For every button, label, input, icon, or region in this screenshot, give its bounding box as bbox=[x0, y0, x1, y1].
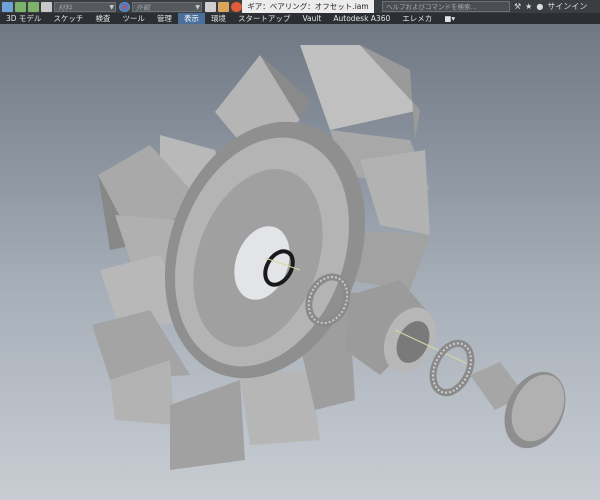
tab-3d-model[interactable]: 3D モデル bbox=[0, 13, 47, 24]
sleeve-part bbox=[345, 280, 471, 375]
tab-environments[interactable]: 環境 bbox=[205, 13, 232, 24]
save-icon[interactable] bbox=[2, 1, 13, 12]
parameters-icon[interactable] bbox=[205, 1, 216, 12]
undo-icon[interactable] bbox=[15, 1, 26, 12]
tab-tools[interactable]: ツール bbox=[116, 13, 151, 24]
graphics-viewport[interactable] bbox=[0, 24, 600, 500]
user-icon[interactable]: ● bbox=[536, 2, 543, 11]
tab-view[interactable]: 表示 bbox=[177, 13, 205, 24]
chevron-down-icon: ▼ bbox=[195, 3, 200, 11]
star-icon[interactable]: ★ bbox=[525, 2, 532, 11]
measure-icon[interactable] bbox=[218, 1, 229, 12]
tab-a360[interactable]: Autodesk A360 bbox=[327, 13, 396, 24]
tab-manage[interactable]: 管理 bbox=[151, 13, 178, 24]
tab-getstarted[interactable]: スタートアップ bbox=[232, 13, 297, 24]
appearance-combo[interactable]: 外観 ▼ bbox=[132, 1, 202, 12]
exchange-icon[interactable] bbox=[231, 1, 242, 12]
document-title: ギア：ベアリング：オフセット.iam bbox=[242, 0, 374, 13]
tab-sketch[interactable]: スケッチ bbox=[47, 13, 89, 24]
exchange-apps-icon[interactable]: ⚒ bbox=[514, 2, 521, 11]
tab-elemeka[interactable]: エレメカ bbox=[396, 13, 438, 24]
material-combo-label: 材料 bbox=[58, 3, 72, 12]
tab-vault[interactable]: Vault bbox=[296, 13, 327, 24]
bearing-ring-2 bbox=[429, 339, 475, 397]
appearance-combo-label: 外観 bbox=[136, 3, 150, 12]
ribbon-more-button[interactable]: ■▾ bbox=[438, 13, 461, 24]
home-icon[interactable] bbox=[41, 1, 52, 12]
signin-label[interactable]: サインイン bbox=[547, 1, 587, 12]
shaft-part bbox=[470, 362, 566, 449]
account-controls: ⚒ ★ ● サインイン bbox=[514, 0, 591, 13]
material-combo[interactable]: 材料 ▼ bbox=[54, 1, 116, 12]
assembly-model bbox=[92, 45, 566, 470]
help-search-input[interactable]: ヘルプおよびコマンドを検索... bbox=[382, 1, 510, 12]
redo-icon[interactable] bbox=[28, 1, 39, 12]
tab-inspect[interactable]: 検査 bbox=[89, 13, 116, 24]
appearance-icon[interactable] bbox=[119, 1, 130, 12]
ribbon-tabs: 3D モデル スケッチ 検査 ツール 管理 表示 環境 スタートアップ Vaul… bbox=[0, 13, 600, 24]
chevron-down-icon: ▼ bbox=[109, 3, 114, 11]
